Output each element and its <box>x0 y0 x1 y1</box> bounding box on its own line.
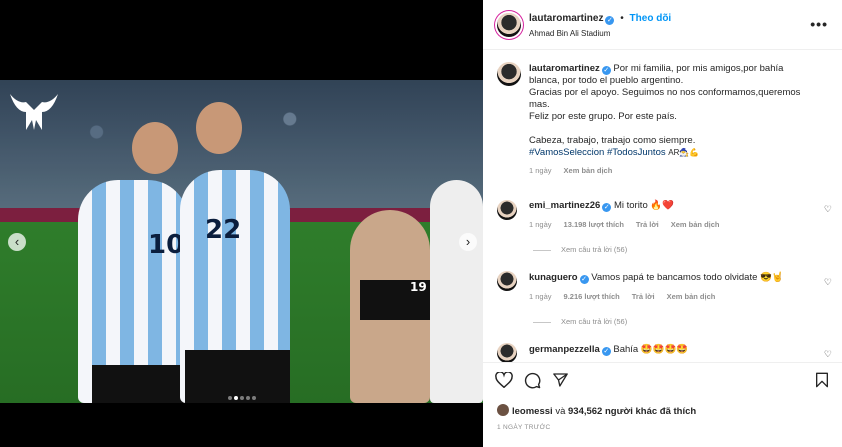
comment-username[interactable]: emi_martinez26 <box>529 200 600 211</box>
carousel-next-button[interactable]: › <box>459 233 477 251</box>
comment-translate-link[interactable]: Xem bản dịch <box>671 220 720 229</box>
comment-avatar[interactable] <box>497 200 517 220</box>
comment-meta: 1 ngày 9.216 lượt thích Trả lời Xem bản dịc… <box>529 292 715 301</box>
comment-row: germanpezzella ✓ Bahía 🤩🤩🤩🤩 <box>529 344 688 356</box>
jersey-number-10: 10 <box>148 230 185 260</box>
bull-logo-icon <box>10 94 58 130</box>
author-username[interactable]: lautaromartinez <box>529 13 603 24</box>
likes-summary: leomessi và 934,562 người khác đã thích <box>497 404 696 417</box>
comment-icon[interactable] <box>524 372 541 389</box>
reply-button[interactable]: Trả lời <box>632 292 655 301</box>
carousel-prev-button[interactable]: ‹ <box>8 233 26 251</box>
location-link[interactable]: Ahmad Bin Ali Stadium <box>529 29 610 38</box>
replies-line <box>533 249 551 251</box>
verified-icon: ✓ <box>602 203 612 212</box>
caption-translate-link[interactable]: Xem bản dịch <box>564 166 613 175</box>
comment-row: emi_martinez26 ✓ Mi torito 🔥❤️ <box>529 200 674 212</box>
comment-like-heart-icon[interactable]: ♡ <box>824 349 832 360</box>
watermark-logo <box>8 90 60 132</box>
carousel-dots <box>0 387 483 405</box>
jersey-number-19: 19 <box>410 280 427 294</box>
likes-count[interactable]: 934,562 <box>568 406 602 417</box>
author-avatar[interactable] <box>497 13 521 37</box>
caption-suffix: AR🧙‍♂️💪 <box>668 148 700 157</box>
carousel-dot[interactable] <box>227 396 232 400</box>
comment-likes[interactable]: 13.198 lượt thích <box>564 220 624 229</box>
jersey-number-22: 22 <box>205 215 242 245</box>
view-replies-label: Xem câu trả lời (56) <box>561 245 628 254</box>
comment-avatar[interactable] <box>497 343 517 363</box>
caption-line: Feliz por este grupo. Por este país. <box>529 111 677 122</box>
comment-avatar[interactable] <box>497 271 517 291</box>
follow-button[interactable]: Theo dõi <box>630 13 672 24</box>
like-heart-icon[interactable] <box>495 372 513 388</box>
more-options-icon[interactable]: ••• <box>810 16 828 32</box>
caption-line: mas. <box>529 99 550 110</box>
author-line: lautaromartinez ✓ • Theo dõi <box>529 13 671 25</box>
post-header: lautaromartinez ✓ • Theo dõi Ahmad Bin Al… <box>483 0 842 50</box>
likes-rest[interactable]: người khác đã thích <box>605 406 696 417</box>
caption-line: Cabeza, trabajo, trabajo como siempre. <box>529 135 696 146</box>
post-caption: lautaromartinez ✓ Por mi familia, por mis… <box>529 63 829 177</box>
view-replies-label: Xem câu trả lời (56) <box>561 317 628 326</box>
comment-translate-link[interactable]: Xem bản dịch <box>667 292 716 301</box>
comment-row: kunaguero ✓ Vamos papá te bancamos todo o… <box>529 272 784 284</box>
media-pane: 10 22 19 ‹ › <box>0 0 483 447</box>
caption-hashtags[interactable]: #VamosSeleccion #TodosJuntos <box>529 147 666 158</box>
separator-dot: • <box>620 13 624 24</box>
action-bar <box>483 362 842 394</box>
caption-blank-line <box>529 123 829 135</box>
liker-username[interactable]: leomessi <box>512 406 553 417</box>
verified-icon: ✓ <box>579 275 589 284</box>
player-messi-head <box>132 122 178 174</box>
likes-connector: và <box>555 406 566 417</box>
comment-text: Mi torito 🔥❤️ <box>613 200 675 211</box>
verified-icon: ✓ <box>601 66 611 75</box>
view-replies-button[interactable]: Xem câu trả lời (56) <box>533 245 627 254</box>
comment-like-heart-icon[interactable]: ♡ <box>824 204 832 215</box>
comment-username[interactable]: kunaguero <box>529 272 578 283</box>
replies-line <box>533 321 551 323</box>
comment-age[interactable]: 1 ngày <box>529 292 552 301</box>
share-icon[interactable] <box>552 372 569 388</box>
verified-icon: ✓ <box>601 347 611 356</box>
post-sidebar: lautaromartinez ✓ • Theo dõi Ahmad Bin Al… <box>483 0 842 447</box>
carousel-dot-active[interactable] <box>233 396 238 400</box>
save-bookmark-icon[interactable] <box>815 372 829 388</box>
caption-username[interactable]: lautaromartinez <box>529 63 600 74</box>
verified-icon: ✓ <box>605 16 615 25</box>
liker-avatar[interactable] <box>497 404 509 416</box>
post-date: 1 NGÀY TRƯỚC <box>497 424 551 431</box>
caption-age[interactable]: 1 ngày <box>529 166 552 175</box>
post-photo[interactable]: 10 22 19 ‹ › <box>0 80 483 403</box>
caption-line: Gracias por el apoyo. Seguimos no nos co… <box>529 87 801 98</box>
player-lautaro-head <box>196 102 242 154</box>
comment-likes[interactable]: 9.216 lượt thích <box>564 292 620 301</box>
carousel-dot[interactable] <box>245 396 250 400</box>
caption-line: Por mi familia, por mis amigos,por bahía <box>613 63 784 74</box>
view-replies-button[interactable]: Xem câu trả lời (56) <box>533 317 627 326</box>
player-right-edge <box>430 180 483 403</box>
comment-age[interactable]: 1 ngày <box>529 220 552 229</box>
caption-line: blanca, por todo el pueblo argentino. <box>529 75 684 86</box>
caption-avatar[interactable] <box>497 62 521 86</box>
comment-username[interactable]: germanpezzella <box>529 344 600 355</box>
carousel-dot[interactable] <box>239 396 244 400</box>
comment-text: Vamos papá te bancamos todo olvidate 😎🤘 <box>591 272 784 283</box>
comment-meta: 1 ngày 13.198 lượt thích Trả lời Xem bản dị… <box>529 220 720 229</box>
carousel-dot[interactable] <box>251 396 256 400</box>
comment-like-heart-icon[interactable]: ♡ <box>824 277 832 288</box>
reply-button[interactable]: Trả lời <box>636 220 659 229</box>
comment-text: Bahía 🤩🤩🤩🤩 <box>613 344 689 355</box>
